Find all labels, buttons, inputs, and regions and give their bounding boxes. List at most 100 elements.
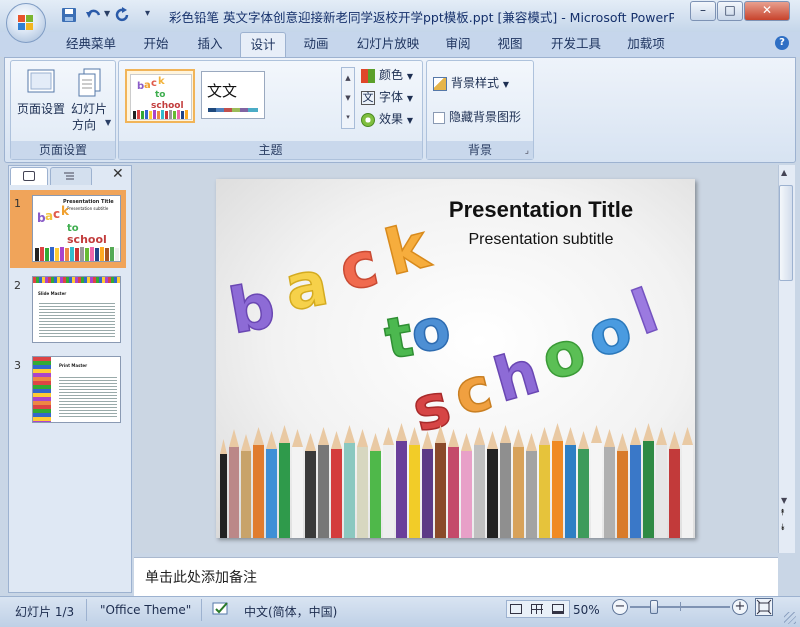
scroll-down-icon[interactable]: ▼ [781, 496, 787, 505]
tab-classic-menu[interactable]: 经典菜单 [58, 32, 124, 57]
scroll-thumb[interactable] [779, 185, 793, 281]
help-icon[interactable]: ? [775, 36, 789, 50]
background-group: 背景样式 ▼ 隐藏背景图形 背景 ⌟ [426, 60, 534, 160]
zoom-out-button[interactable]: − [612, 599, 628, 615]
language-indicator[interactable]: 中文(简体，中国) [244, 603, 337, 620]
effects-label: 效果 [379, 112, 404, 126]
page-setup-icon [27, 69, 55, 93]
redo-icon[interactable] [114, 6, 134, 26]
previous-slide-icon[interactable]: ⯭ [780, 509, 785, 518]
theme-group-label: 主题 [119, 141, 422, 159]
background-styles-label: 背景样式 [451, 76, 500, 90]
slide-thumbnail-1[interactable]: Presentation Title Presentation subtitle… [32, 195, 121, 262]
svg-text:o: o [534, 316, 593, 395]
chevron-down-icon: ▼ [105, 118, 112, 127]
slide-thumbnail-3[interactable]: Print Master [32, 356, 121, 423]
maximize-button[interactable]: □ [717, 1, 743, 21]
slide-counter[interactable]: 幻灯片 1/3 [15, 603, 74, 620]
tab-design[interactable]: 设计 [240, 32, 286, 57]
gallery-more-icon[interactable]: ▾ [342, 108, 354, 126]
undo-dropdown-icon[interactable]: ▼ [104, 9, 110, 18]
thumb-2-title: Slide Master [38, 291, 67, 296]
svg-text:k: k [61, 204, 70, 218]
notes-pane[interactable]: 单击此处添加备注 [134, 557, 778, 596]
view-buttons [506, 600, 570, 618]
save-icon[interactable] [60, 6, 80, 26]
thumb-2-pencil-strip [33, 277, 120, 283]
customize-qat-icon[interactable]: ▾ [145, 8, 150, 19]
back-to-school-artwork: b a c k t o s c h o o l [220, 208, 693, 538]
theme-color-strip [208, 108, 258, 112]
colors-label: 颜色 [379, 68, 404, 82]
tab-addins[interactable]: 加载项 [620, 32, 672, 57]
theme-effects-button[interactable]: 效果 ▼ [361, 109, 413, 129]
background-styles-icon [433, 76, 447, 91]
tab-home[interactable]: 开始 [136, 32, 176, 57]
chevron-down-icon: ▼ [406, 116, 413, 125]
hide-background-checkbox-row[interactable]: 隐藏背景图形 [433, 107, 521, 127]
hide-background-checkbox[interactable] [433, 111, 445, 124]
theme-thumbnail-current[interactable]: b a c k to school [125, 69, 195, 123]
tab-developer[interactable]: 开发工具 [544, 32, 608, 57]
zoom-slider-center-mark [680, 602, 681, 611]
undo-icon[interactable] [84, 6, 104, 26]
slide-number-3: 3 [14, 359, 21, 372]
theme-gallery-scroll[interactable]: ▲ ▼ ▾ [341, 67, 355, 129]
thumb-3-pencil-strip [33, 357, 51, 422]
outline-icon [64, 172, 74, 180]
svg-text:c: c [53, 207, 60, 221]
zoom-slider-thumb[interactable] [650, 600, 658, 614]
tab-view[interactable]: 视图 [492, 32, 528, 57]
zoom-level[interactable]: 50% [573, 603, 600, 617]
office-logo-icon [18, 15, 33, 30]
tab-outline[interactable] [50, 167, 92, 185]
background-styles-button[interactable]: 背景样式 ▼ [433, 73, 509, 93]
page-setup-label: 页面设置 [16, 102, 65, 116]
tab-review[interactable]: 审阅 [440, 32, 476, 57]
gallery-down-icon[interactable]: ▼ [342, 88, 354, 108]
page-setup-group: 页面设置 幻灯片 方向 ▼ 页面设置 [10, 60, 116, 160]
current-slide[interactable]: Presentation Title Presentation subtitle… [216, 179, 695, 538]
close-icon[interactable]: ✕ [112, 166, 124, 182]
tab-animation[interactable]: 动画 [296, 32, 336, 57]
svg-text:a: a [279, 246, 333, 325]
dialog-launcher-icon[interactable]: ⌟ [525, 146, 529, 156]
resize-grip-icon[interactable] [784, 612, 796, 624]
theme-name[interactable]: "Office Theme" [100, 603, 191, 617]
slide-orientation-button[interactable]: 幻灯片 方向 ▼ [67, 65, 111, 135]
fit-to-window-button[interactable] [755, 598, 773, 616]
close-button[interactable]: ✕ [744, 1, 790, 21]
gallery-up-icon[interactable]: ▲ [342, 68, 354, 88]
theme-colors-button[interactable]: 颜色 ▼ [361, 65, 413, 85]
tab-slides[interactable] [10, 167, 48, 185]
slide-sorter-view-icon[interactable] [531, 604, 543, 614]
chevron-down-icon: ▼ [502, 80, 509, 89]
fonts-icon: 文 [361, 90, 375, 105]
theme-fonts-button[interactable]: 文字体 ▼ [361, 87, 413, 107]
theme-group: b a c k to school 文文 ▲ ▼ ▾ 颜色 ▼ 文字体 ▼ 效果… [118, 60, 423, 160]
page-setup-group-label: 页面设置 [11, 141, 115, 159]
next-slide-icon[interactable]: ⯯ [780, 524, 785, 533]
svg-text:school: school [151, 101, 184, 111]
normal-view-icon[interactable] [510, 604, 522, 614]
scroll-up-icon[interactable]: ▲ [781, 168, 787, 177]
tab-slideshow[interactable]: 幻灯片放映 [350, 32, 426, 57]
tab-insert[interactable]: 插入 [188, 32, 232, 57]
status-divider [201, 599, 202, 621]
svg-text:k: k [158, 76, 165, 87]
zoom-in-button[interactable]: + [732, 599, 748, 615]
hide-background-label: 隐藏背景图形 [449, 110, 522, 124]
slide-thumbnail-2[interactable]: Slide Master [32, 276, 121, 343]
office-button[interactable] [6, 3, 46, 43]
theme-thumbnail-office[interactable]: 文文 [201, 71, 265, 119]
page-setup-button[interactable]: 页面设置 [17, 65, 65, 135]
notes-placeholder: 单击此处添加备注 [145, 570, 257, 586]
spell-check-icon[interactable] [210, 600, 232, 618]
slideshow-view-icon[interactable] [552, 604, 564, 614]
svg-text:b: b [224, 268, 280, 348]
minimize-button[interactable]: – [690, 1, 716, 21]
status-divider [86, 599, 87, 621]
slide-number-2: 2 [14, 279, 21, 292]
svg-text:school: school [67, 233, 107, 246]
window-title: 彩色铅笔 英文字体创意迎接新老同学返校开学ppt模板.ppt [兼容模式] - … [169, 10, 674, 25]
